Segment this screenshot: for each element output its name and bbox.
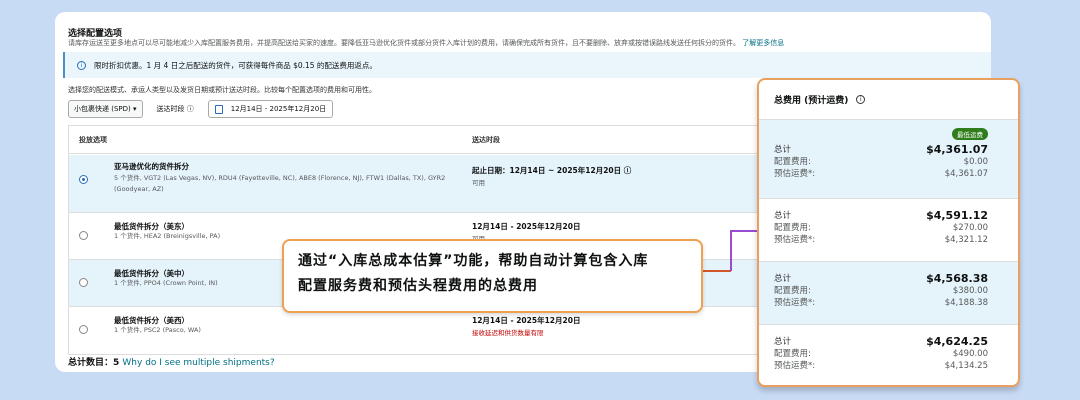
total-value: $4,568.38 [926,272,988,285]
placement-label: 配置费用: [774,349,811,359]
shipment-count: 总计数目：5 Why do I see multiple shipments? [68,358,275,369]
option-status: 接收延迟和供货数量有限 [472,329,544,337]
filter-controls: 小包裹快递 (SPD) ▾ 送达时段 ⓘ 12月14日 - 2025年12月20… [68,100,334,118]
option-date: 12月14日 - 2025年12月20日 [472,222,581,231]
panel-title: 总费用 (预计运费) [774,96,849,106]
placement-value: $270.00 [952,223,988,233]
shipping-label: 预估运费*: [774,169,816,179]
option-radio[interactable] [79,231,88,240]
option-detail: 5 个货件, VGT2 (Las Vegas, NV), RDU4 (Fayet… [114,174,446,193]
header-window: 送达时段 [472,135,500,144]
total-label: 总计 [774,211,792,221]
shipping-value: $4,321.12 [944,235,988,245]
header-option: 投放选项 [79,135,107,144]
option-date: 12月14日 - 2025年12月20日 [472,316,581,325]
total-label: 总计 [774,274,792,284]
placement-label: 配置费用: [774,157,811,167]
count-label: 总计数目：5 [68,358,120,368]
date-range-picker[interactable]: 12月14日 - 2025年12月20日 [207,100,334,118]
option-status: 可用 [472,179,485,187]
feature-callout: 通过“入库总成本估算”功能，帮助自动计算包含入库 配置服务费和预估头程费用的总费… [282,239,703,313]
connector-line [730,230,758,232]
placement-value: $0.00 [963,157,988,167]
shipping-mode-select[interactable]: 小包裹快递 (SPD) ▾ [68,100,143,118]
lowest-cost-badge: 最低运费 [952,128,988,140]
promo-notice: i 限时折扣优惠。1 月 4 日之后配送的货件，可获得每件商品 $0.15 的配送… [63,52,991,78]
placement-value: $490.00 [952,349,988,359]
panel-header: 总费用 (预计运费) i [759,80,1018,120]
option-detail: 1 个货件, PSC2 (Pasco, WA) [114,326,201,334]
learn-more-link[interactable]: 了解更多信息 [742,39,784,47]
info-icon: i [77,60,86,70]
total-value: $4,591.12 [926,209,988,222]
shipping-label: 预估运费*: [774,298,816,308]
option-date: 起止日期：12月14日 ~ 2025年12月20日 ⓘ [472,166,632,175]
option-radio[interactable] [79,278,88,287]
calendar-icon [214,104,223,114]
section-description: 请库存运送至更多地点可以尽可能地减少入库配置服务费用，并提高配送给买家的速度。要… [68,38,784,48]
date-range-value: 12月14日 - 2025年12月20日 [230,105,327,113]
placement-value: $380.00 [952,286,988,296]
shipping-mode-value: 小包裹快递 (SPD) [74,105,131,113]
placement-label: 配置费用: [774,286,811,296]
option-name: 亚马逊优化的货件拆分 [114,162,189,171]
shipping-value: $4,188.38 [944,298,988,308]
placement-label: 配置费用: [774,223,811,233]
shipping-value: $4,361.07 [944,169,988,179]
delivery-window-label: 送达时段 ⓘ [156,105,194,113]
cost-row: 总计 $4,568.38 配置费用: $380.00 预估运费*: $4,188.38 [759,262,1018,325]
instructions: 选择您的配送模式、承运人类型以及发货日期或预计送达时段。比较每个配置选项的费用和… [68,86,376,94]
cost-row: 最低运费 总计 $4,361.07 配置费用: $0.00 预估运费*: $4,361… [759,120,1018,199]
connector-line [703,270,731,272]
shipping-value: $4,134.25 [944,361,988,371]
multiple-shipments-link[interactable]: Why do I see multiple shipments? [122,358,274,368]
shipping-label: 预估运费*: [774,361,816,371]
total-cost-panel: 总费用 (预计运费) i 最低运费 总计 $4,361.07 配置费用: $0.00 … [757,78,1020,387]
window-label-text: 送达时段 [156,105,185,113]
total-label: 总计 [774,145,792,155]
total-value: $4,361.07 [926,143,988,156]
total-value: $4,624.25 [926,335,988,348]
description-text: 请库存运送至更多地点可以尽可能地减少入库配置服务费用，并提高配送给买家的速度。要… [68,39,740,47]
callout-line-2: 配置服务费和预估头程费用的总费用 [298,278,538,294]
info-icon[interactable]: i [856,95,866,104]
connector-line [730,230,732,271]
option-radio[interactable] [79,175,88,184]
cost-row: 总计 $4,591.12 配置费用: $270.00 预估运费*: $4,321.12 [759,199,1018,262]
shipping-label: 预估运费*: [774,235,816,245]
callout-line-1: 通过“入库总成本估算”功能，帮助自动计算包含入库 [298,253,649,269]
notice-text: 限时折扣优惠。1 月 4 日之后配送的货件，可获得每件商品 $0.15 的配送费… [94,60,377,70]
cost-row: 总计 $4,624.25 配置费用: $490.00 预估运费*: $4,134.25 [759,325,1018,385]
option-radio[interactable] [79,325,88,334]
total-label: 总计 [774,337,792,347]
